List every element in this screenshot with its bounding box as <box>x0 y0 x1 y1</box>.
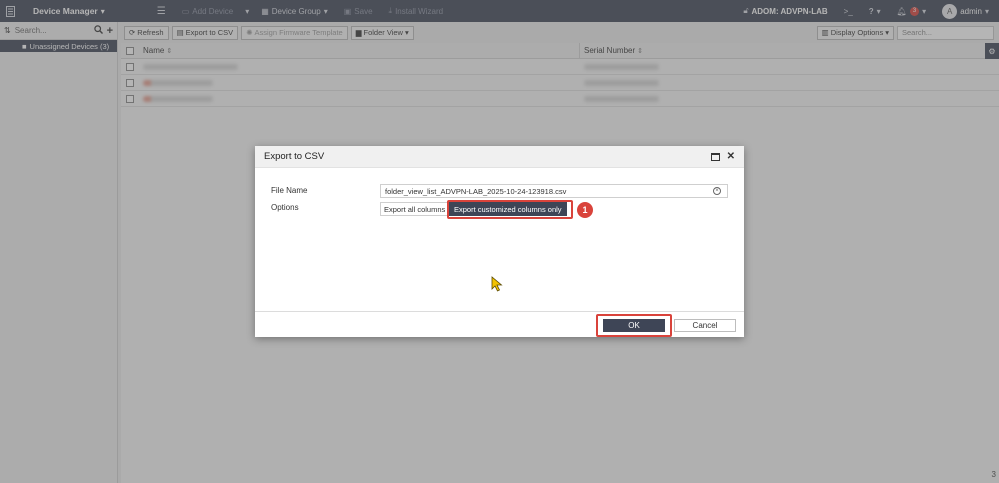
highlight-box <box>596 314 672 337</box>
step-badge: 1 <box>577 202 593 218</box>
dialog-controls: ✕ <box>710 151 735 162</box>
maximize-icon[interactable] <box>710 152 720 161</box>
export-all-columns-option[interactable]: Export all columns <box>380 202 450 216</box>
options-label: Options <box>271 203 299 212</box>
clear-icon[interactable]: × <box>713 187 721 195</box>
close-icon[interactable]: ✕ <box>727 151 735 162</box>
mouse-cursor-icon <box>491 276 503 294</box>
highlight-box <box>447 200 573 219</box>
dialog-header: Export to CSV ✕ <box>255 146 744 168</box>
dialog-title: Export to CSV <box>264 151 325 162</box>
file-name-input[interactable]: folder_view_list_ADVPN-LAB_2025-10-24-12… <box>380 184 728 198</box>
file-name-label: File Name <box>271 186 308 195</box>
export-csv-dialog: Export to CSV ✕ File Name folder_view_li… <box>255 146 744 337</box>
file-name-value: folder_view_list_ADVPN-LAB_2025-10-24-12… <box>385 186 567 196</box>
dialog-footer: OK Cancel <box>255 311 744 337</box>
cancel-button[interactable]: Cancel <box>674 319 736 332</box>
